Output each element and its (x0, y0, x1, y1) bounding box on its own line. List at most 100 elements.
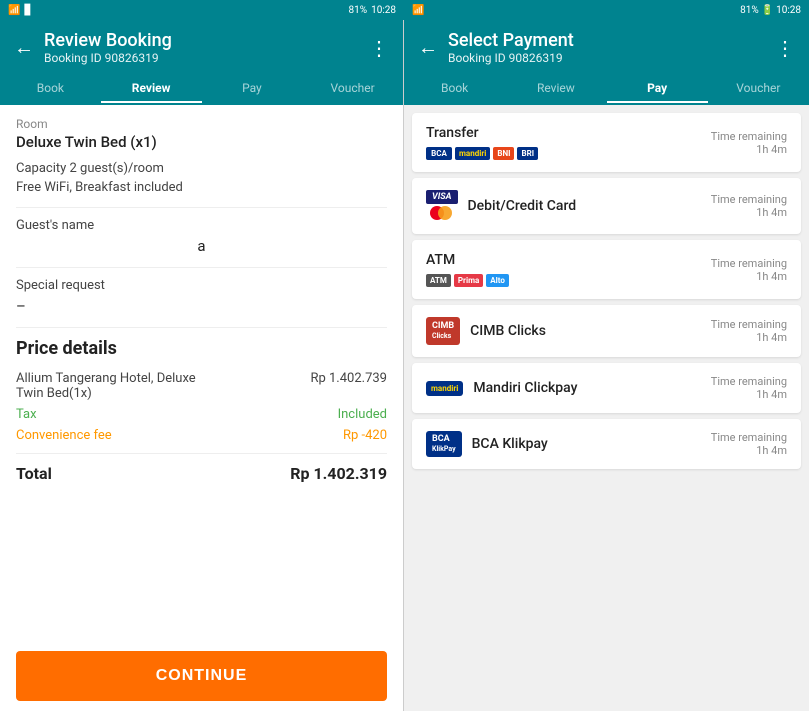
bca-logo: BCA (426, 147, 452, 160)
bca-klik-logo: BCAKlikPay (426, 431, 462, 457)
time-value-cimb: 1h 4m (711, 331, 787, 344)
payment-list: Transfer BCA mandiri BNI BRI Time remain… (404, 105, 809, 711)
total-value: Rp 1.402.319 (290, 464, 387, 483)
left-content: Room Deluxe Twin Bed (x1) Capacity 2 gue… (0, 105, 403, 641)
time-value-atm: 1h 4m (711, 270, 787, 283)
payment-item-transfer[interactable]: Transfer BCA mandiri BNI BRI Time remain… (412, 113, 801, 172)
price-label-0: Allium Tangerang Hotel, Deluxe Twin Bed(… (16, 371, 216, 401)
room-label: Room (16, 117, 387, 131)
left-header-title: Review Booking (44, 30, 359, 51)
back-button-left[interactable]: ← (14, 35, 34, 60)
status-bar-right-left: 81% 10:28 (349, 5, 396, 16)
payment-name-atm: ATM (426, 252, 509, 268)
right-header: ← Select Payment Booking ID 90826319 ⋮ (404, 20, 809, 75)
battery-left: 81% (349, 5, 368, 16)
special-request-label: Special request (16, 278, 387, 293)
price-label-2: Convenience fee (16, 428, 112, 443)
payment-time-cimb: Time remaining 1h 4m (711, 318, 787, 344)
more-menu-left[interactable]: ⋮ (369, 36, 389, 60)
wifi-icon: ▊ (24, 5, 32, 16)
card-logos: VISA (426, 190, 458, 222)
payment-name-cimb: CIMB Clicks (470, 323, 546, 339)
mc-logo (430, 206, 454, 222)
time-value-transfer: 1h 4m (711, 143, 787, 156)
visa-logo: VISA (426, 190, 458, 204)
breadcrumb-voucher-left: Voucher (302, 75, 403, 103)
continue-button-container: CONTINUE (0, 641, 403, 711)
status-bar-left-left: 📶 ▊ (8, 5, 32, 16)
breadcrumb-pay-right: Pay (607, 75, 708, 103)
continue-button[interactable]: CONTINUE (16, 651, 387, 701)
payment-time-bca: Time remaining 1h 4m (711, 431, 787, 457)
time-value-card: 1h 4m (711, 206, 787, 219)
time-value-mandiri: 1h 4m (711, 388, 787, 401)
divider-3 (16, 327, 387, 328)
time-label-card: Time remaining (711, 193, 787, 206)
signal-icon-r: 📶 (412, 5, 424, 16)
price-label-1: Tax (16, 407, 37, 422)
price-row-0: Allium Tangerang Hotel, Deluxe Twin Bed(… (16, 371, 387, 401)
payment-item-left-transfer: Transfer BCA mandiri BNI BRI (426, 125, 538, 160)
left-header-subtitle: Booking ID 90826319 (44, 51, 359, 65)
price-value-1: Included (338, 407, 387, 422)
price-value-2: Rp -420 (343, 428, 387, 443)
breadcrumb-pay-left: Pay (202, 75, 303, 103)
special-request-value: – (16, 297, 387, 315)
time-label-cimb: Time remaining (711, 318, 787, 331)
right-header-subtitle: Booking ID 90826319 (448, 51, 765, 65)
prima-logo: Prima (454, 274, 483, 287)
room-name: Deluxe Twin Bed (x1) (16, 133, 387, 151)
mandiri-logo: mandiri (455, 147, 490, 160)
time-label-atm: Time remaining (711, 257, 787, 270)
payment-item-left-atm: ATM ATM Prima Alto (426, 252, 509, 287)
status-bar-left-right: 📶 (412, 5, 424, 16)
payment-item-cimb[interactable]: CIMBClicks CIMB Clicks Time remaining 1h… (412, 305, 801, 357)
payment-item-bca[interactable]: BCAKlikPay BCA Klikpay Time remaining 1h… (412, 419, 801, 469)
price-row-2: Convenience fee Rp -420 (16, 428, 387, 443)
header-title-group-left: Review Booking Booking ID 90826319 (44, 30, 359, 65)
payment-name-bca: BCA Klikpay (472, 436, 548, 452)
breadcrumb-book-right: Book (404, 75, 505, 103)
payment-time-mandiri: Time remaining 1h 4m (711, 375, 787, 401)
guest-name-label: Guest's name (16, 218, 387, 233)
payment-item-left-card: VISA Debit/Credit Card (426, 190, 576, 222)
breadcrumb-book-left: Book (0, 75, 101, 103)
total-row: Total Rp 1.402.319 (16, 464, 387, 483)
payment-name-mandiri: Mandiri Clickpay (473, 380, 577, 396)
bri-logo: BRI (517, 147, 538, 160)
payment-item-atm[interactable]: ATM ATM Prima Alto Time remaining 1h 4m (412, 240, 801, 299)
more-menu-right[interactable]: ⋮ (775, 36, 795, 60)
payment-logos-atm: ATM Prima Alto (426, 274, 509, 287)
header-title-group-right: Select Payment Booking ID 90826319 (448, 30, 765, 65)
right-panel: ← Select Payment Booking ID 90826319 ⋮ B… (404, 20, 809, 711)
room-capacity: Capacity 2 guest(s)/room (16, 161, 387, 176)
guest-name-value: a (16, 237, 387, 255)
divider-1 (16, 207, 387, 208)
price-details-title: Price details (16, 338, 387, 359)
payment-time-card: Time remaining 1h 4m (711, 193, 787, 219)
room-amenities: Free WiFi, Breakfast included (16, 180, 387, 195)
payment-time-transfer: Time remaining 1h 4m (711, 130, 787, 156)
signal-icon: 📶 (8, 5, 20, 16)
breadcrumb-voucher-right: Voucher (708, 75, 809, 103)
payment-item-left-bca: BCAKlikPay BCA Klikpay (426, 431, 548, 457)
cimb-logo: CIMBClicks (426, 317, 460, 345)
payment-time-atm: Time remaining 1h 4m (711, 257, 787, 283)
right-header-title: Select Payment (448, 30, 765, 51)
left-header: ← Review Booking Booking ID 90826319 ⋮ (0, 20, 403, 75)
payment-item-left-mandiri: mandiri Mandiri Clickpay (426, 380, 577, 396)
bni-logo: BNI (493, 147, 514, 160)
back-button-right[interactable]: ← (418, 35, 438, 60)
right-breadcrumb: Book Review Pay Voucher (404, 75, 809, 105)
time-left: 10:28 (371, 5, 396, 16)
time-label-transfer: Time remaining (711, 130, 787, 143)
left-breadcrumb: Book Review Pay Voucher (0, 75, 403, 105)
time-label-bca: Time remaining (711, 431, 787, 444)
payment-item-mandiri[interactable]: mandiri Mandiri Clickpay Time remaining … (412, 363, 801, 413)
price-row-1: Tax Included (16, 407, 387, 422)
mandiri-sm-logo: mandiri (426, 381, 463, 396)
total-label: Total (16, 464, 52, 483)
payment-item-left-cimb: CIMBClicks CIMB Clicks (426, 317, 546, 345)
payment-item-card[interactable]: VISA Debit/Credit Card Time remaining 1h… (412, 178, 801, 234)
atm-logo: ATM (426, 274, 451, 287)
